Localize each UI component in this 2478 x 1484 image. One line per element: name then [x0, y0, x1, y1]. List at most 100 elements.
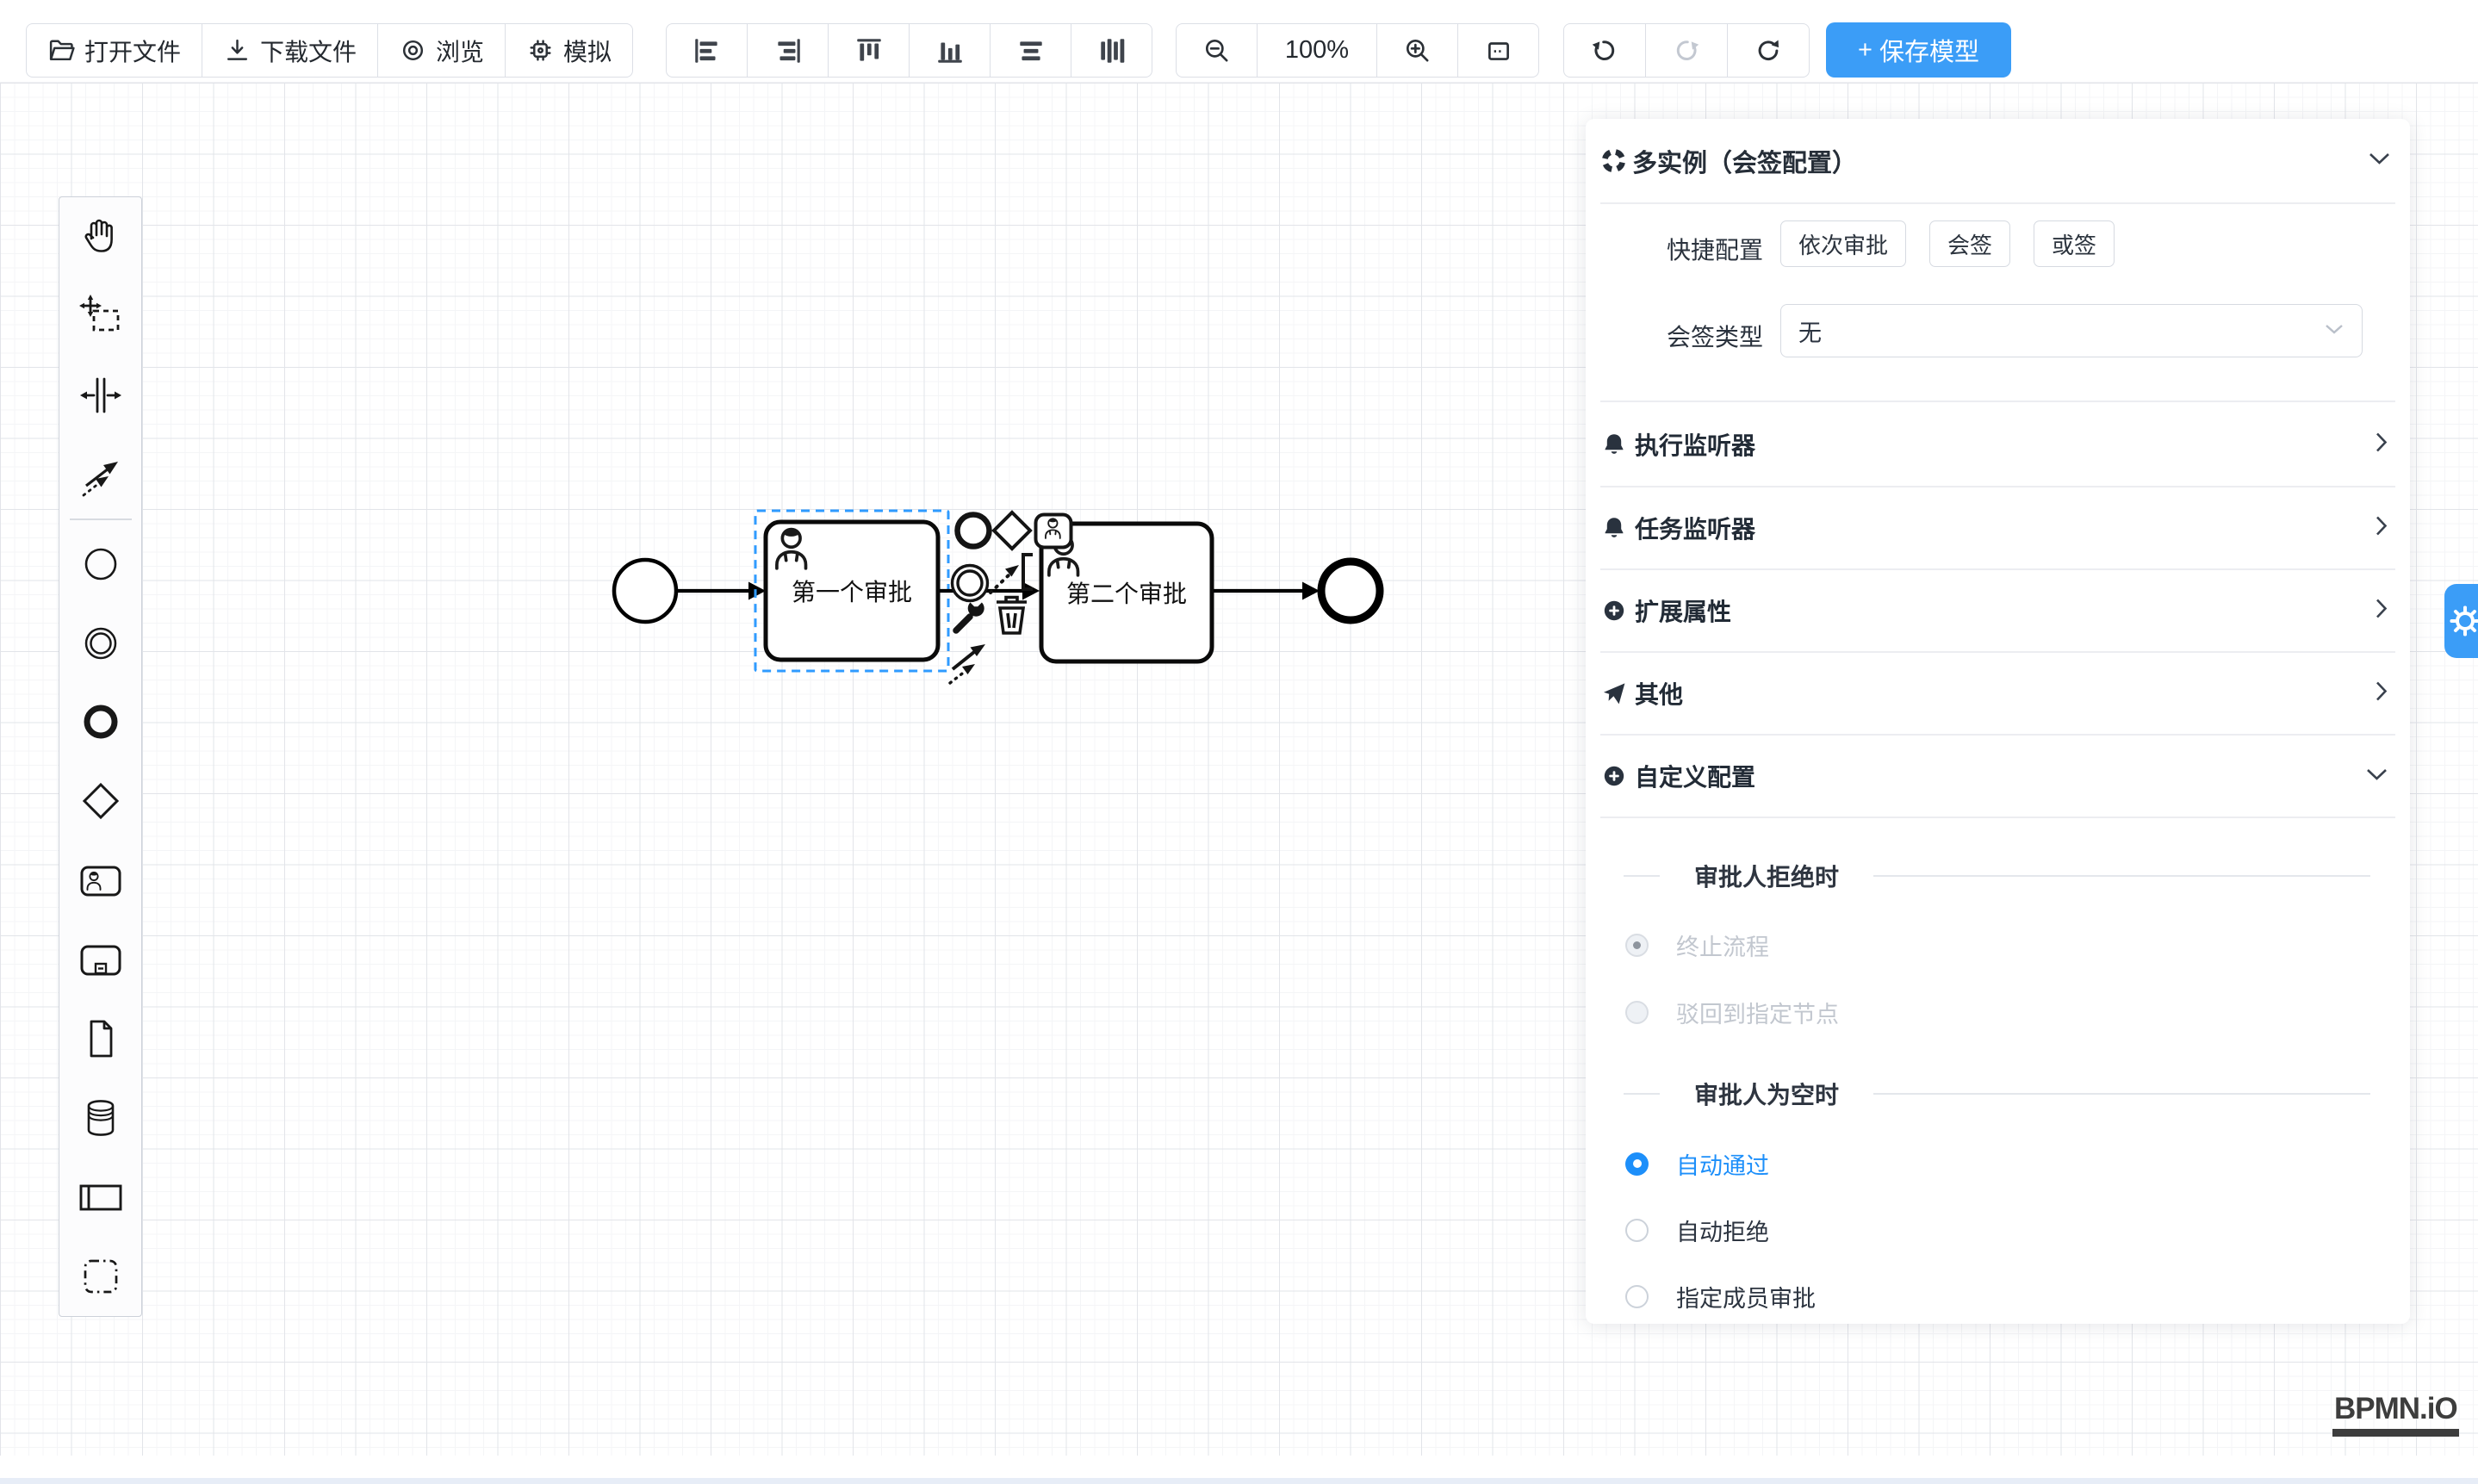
lasso-tool[interactable] — [59, 276, 142, 356]
align-center-horizontal-button[interactable] — [990, 23, 1071, 78]
append-intermediate-event-icon[interactable] — [953, 566, 988, 601]
toolbar: 打开文件 下载文件 浏览 模拟 — [0, 0, 2478, 83]
intermediate-event-icon — [77, 619, 125, 667]
zoom-in-button[interactable] — [1376, 23, 1458, 78]
radio-icon[interactable] — [1625, 1152, 1649, 1176]
panel-header[interactable]: 多实例（会签配置） — [1586, 119, 2410, 202]
palette-sub-process[interactable] — [59, 920, 142, 999]
wrench-icon[interactable] — [956, 603, 984, 631]
settings-tab[interactable] — [2444, 584, 2478, 658]
lasso-icon — [77, 292, 125, 340]
section-extended-properties[interactable]: 扩展属性 — [1600, 568, 2395, 651]
section-task-listener[interactable]: 任务监听器 — [1600, 486, 2395, 568]
radio-auto-reject[interactable]: 自动拒绝 — [1625, 1213, 1769, 1247]
section-custom-config[interactable]: 自定义配置 — [1600, 734, 2395, 817]
data-object-icon — [77, 1015, 125, 1063]
bell-icon — [1600, 514, 1628, 542]
start-event[interactable] — [614, 560, 676, 622]
palette-participant-pool[interactable] — [59, 1158, 142, 1237]
quick-config-buttons: 依次审批 会签 或签 — [1780, 220, 2115, 267]
palette-user-task[interactable] — [59, 841, 142, 920]
palette-start-event[interactable] — [59, 525, 142, 604]
save-model-button[interactable]: + 保存模型 — [1826, 22, 2011, 78]
connect-tool-icon[interactable] — [950, 644, 985, 683]
or-sign-button[interactable]: 或签 — [2034, 220, 2115, 267]
palette-data-object[interactable] — [59, 999, 142, 1078]
sequential-approval-button[interactable]: 依次审批 — [1780, 220, 1906, 267]
align-right-button[interactable] — [747, 23, 829, 78]
hand-icon — [77, 213, 125, 261]
section-other[interactable]: 其他 — [1600, 651, 2395, 734]
connect-icon — [77, 450, 125, 499]
radio-icon — [1625, 1001, 1649, 1024]
sequence-flow-1[interactable] — [677, 582, 766, 600]
radio-designated-member[interactable]: 指定成员审批 — [1625, 1279, 1816, 1313]
redo-icon — [1672, 36, 1701, 65]
radio-auto-pass[interactable]: 自动通过 — [1625, 1146, 1769, 1181]
global-connect-tool[interactable] — [59, 435, 142, 514]
simulate-button[interactable]: 模拟 — [505, 23, 633, 78]
trash-icon[interactable] — [997, 598, 1027, 634]
bpmn-io-watermark[interactable]: BPMN.iO — [2332, 1392, 2459, 1437]
task-label: 第二个审批 — [1066, 581, 1187, 607]
radio-terminate-process: 终止流程 — [1625, 928, 1769, 962]
space-tool[interactable] — [59, 356, 142, 435]
open-file-label: 打开文件 — [84, 34, 181, 68]
align-center-horizontal-icon — [1015, 35, 1046, 66]
save-model-label: 保存模型 — [1879, 32, 1979, 68]
zoom-level[interactable]: 100% — [1257, 23, 1377, 78]
redo-button[interactable] — [1645, 23, 1728, 78]
palette-gateway[interactable] — [59, 761, 142, 841]
undo-button[interactable] — [1563, 23, 1646, 78]
sequence-flow-3[interactable] — [1214, 582, 1320, 600]
chevron-down-icon — [2324, 323, 2344, 339]
plus-circle-icon — [1600, 762, 1628, 790]
align-left-button[interactable] — [666, 23, 748, 78]
download-file-button[interactable]: 下载文件 — [202, 23, 378, 78]
align-bottom-icon — [935, 35, 966, 66]
zoom-out-icon — [1202, 36, 1232, 65]
data-store-icon — [77, 1094, 125, 1142]
reset-button[interactable] — [1727, 23, 1810, 78]
preview-button[interactable]: 浏览 — [377, 23, 506, 78]
gateway-icon — [77, 777, 125, 825]
palette-end-event[interactable] — [59, 683, 142, 762]
hand-tool[interactable] — [59, 197, 142, 276]
simulate-label: 模拟 — [563, 34, 612, 68]
open-file-button[interactable]: 打开文件 — [26, 23, 202, 78]
palette — [59, 196, 142, 1317]
fit-view-button[interactable] — [1457, 23, 1539, 78]
radio-return-to-node: 驳回到指定节点 — [1625, 995, 1839, 1029]
palette-data-store[interactable] — [59, 1078, 142, 1158]
chevron-down-icon — [2365, 767, 2388, 785]
start-event-icon — [77, 540, 125, 588]
participant-pool-icon — [77, 1173, 125, 1221]
palette-group[interactable] — [59, 1237, 142, 1316]
preview-label: 浏览 — [436, 34, 484, 68]
reject-divider: 审批人拒绝时 — [1624, 852, 2370, 900]
palette-intermediate-event[interactable] — [59, 604, 142, 683]
section-execution-listener[interactable]: 执行监听器 — [1600, 403, 2395, 486]
palette-divider — [70, 518, 132, 520]
sign-type-select[interactable]: 无 — [1780, 304, 2363, 357]
radio-icon[interactable] — [1625, 1285, 1649, 1308]
reset-icon — [1754, 36, 1783, 65]
separator — [1600, 202, 2395, 204]
send-icon — [1600, 680, 1628, 707]
append-end-event-icon[interactable] — [958, 515, 990, 547]
align-bottom-button[interactable] — [909, 23, 991, 78]
bell-icon — [1600, 431, 1628, 458]
align-middle-vertical-button[interactable] — [1071, 23, 1152, 78]
task-first-approval[interactable]: 第一个审批 — [766, 522, 938, 660]
append-user-task-icon[interactable] — [1036, 515, 1071, 548]
zoom-out-button[interactable] — [1176, 23, 1258, 78]
align-top-button[interactable] — [828, 23, 910, 78]
preview-icon — [399, 36, 427, 65]
end-event[interactable] — [1321, 562, 1380, 620]
align-right-icon — [773, 35, 804, 66]
countersign-button[interactable]: 会签 — [1929, 220, 2010, 267]
radio-icon[interactable] — [1625, 1219, 1649, 1242]
append-gateway-icon[interactable] — [994, 512, 1030, 549]
empty-divider: 审批人为空时 — [1624, 1070, 2370, 1118]
reject-divider-title: 审批人拒绝时 — [1694, 859, 1839, 893]
